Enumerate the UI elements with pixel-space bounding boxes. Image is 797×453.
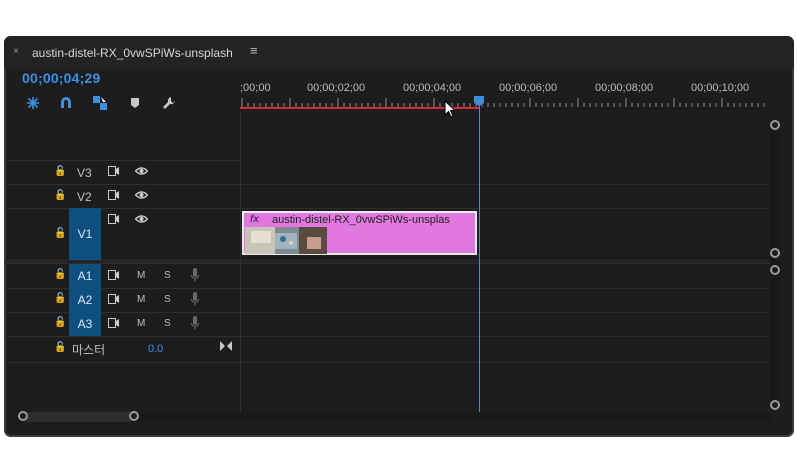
eye-icon[interactable] (134, 190, 149, 203)
mute-button[interactable]: M (137, 318, 145, 329)
sequence-tab-title[interactable]: austin-distel-RX_0vwSPiWs-unsplash (32, 46, 233, 60)
lock-icon[interactable]: 🔓 (54, 293, 66, 304)
linked-selection-icon[interactable] (91, 95, 109, 111)
track-header-a3[interactable]: 🔓 A3 M S (4, 312, 240, 337)
sync-lock-icon[interactable] (108, 190, 120, 203)
go-to-out-icon[interactable] (220, 341, 232, 354)
scroll-knob[interactable] (129, 411, 139, 421)
master-volume-value[interactable]: 0.0 (148, 343, 163, 355)
wrench-icon[interactable] (160, 95, 178, 111)
video-clip[interactable]: fx austin-distel-RX_0vwSPiWs-unsplas (242, 211, 477, 255)
track-label-v1[interactable]: V1 (69, 208, 101, 260)
eye-icon[interactable] (134, 214, 149, 227)
lock-icon[interactable]: 🔓 (54, 228, 66, 239)
lock-icon[interactable]: 🔓 (54, 269, 66, 280)
snap-magnet-icon[interactable] (57, 95, 75, 111)
nest-icon[interactable] (24, 95, 42, 111)
track-label-v3[interactable]: V3 (77, 166, 92, 180)
lock-icon[interactable]: 🔓 (54, 317, 66, 328)
track-label-a1[interactable]: A1 (69, 264, 101, 288)
lock-icon[interactable]: 🔓 (54, 342, 66, 353)
playhead-timecode[interactable]: 00;00;04;29 (22, 70, 100, 86)
track-headers: 🔓 V3 🔓 V2 🔓 V1 🔓 A1 M S 🔓 A2 M S 🔓 A3 M … (4, 112, 240, 412)
close-tab-button[interactable]: × (13, 46, 19, 57)
timeline-tracks[interactable]: fx austin-distel-RX_0vwSPiWs-unsplas (240, 112, 771, 412)
add-marker-icon[interactable] (126, 95, 144, 111)
mute-button[interactable]: M (137, 270, 145, 281)
scroll-knob[interactable] (18, 411, 28, 421)
scroll-knob[interactable] (770, 400, 780, 410)
track-header-v2[interactable]: 🔓 V2 (4, 184, 240, 209)
horizontal-scrollbar[interactable] (18, 411, 772, 422)
solo-button[interactable]: S (164, 270, 171, 281)
track-label-v2[interactable]: V2 (77, 190, 92, 204)
solo-button[interactable]: S (164, 294, 171, 305)
master-label: 마스터 (72, 343, 106, 357)
track-lane-v3[interactable] (241, 160, 771, 185)
track-lane-v2[interactable] (241, 184, 771, 209)
microphone-icon[interactable] (191, 268, 199, 285)
track-header-spacer (4, 112, 240, 161)
vertical-scrollbar[interactable] (770, 120, 780, 410)
time-ruler[interactable]: ;00;00 00;00;02;00 00;00;04;00 00;00;06;… (240, 68, 770, 112)
track-lane-master[interactable] (241, 336, 771, 363)
sync-lock-icon[interactable] (108, 270, 120, 283)
scroll-knob[interactable] (770, 120, 780, 130)
sync-lock-icon[interactable] (108, 318, 120, 331)
timeline-panel: × austin-distel-RX_0vwSPiWs-unsplash ≡ 0… (4, 36, 794, 437)
sync-lock-icon[interactable] (108, 166, 120, 179)
fx-badge: fx (250, 214, 259, 225)
track-header-a2[interactable]: 🔓 A2 M S (4, 288, 240, 313)
eye-icon[interactable] (134, 166, 149, 179)
track-label-a2[interactable]: A2 (69, 288, 101, 312)
solo-button[interactable]: S (164, 318, 171, 329)
scroll-knob[interactable] (770, 265, 780, 275)
microphone-icon[interactable] (191, 292, 199, 309)
panel-menu-icon[interactable]: ≡ (250, 43, 258, 58)
sync-lock-icon[interactable] (108, 214, 120, 227)
ruler-ticks (241, 98, 765, 107)
track-lane-a1[interactable] (241, 262, 771, 289)
track-header-a1[interactable]: 🔓 A1 M S (4, 262, 240, 289)
track-header-master[interactable]: 🔓 마스터 0.0 (4, 336, 240, 363)
track-lane-a2[interactable] (241, 288, 771, 313)
track-header-v3[interactable]: 🔓 V3 (4, 160, 240, 185)
horizontal-scroll-thumb[interactable] (22, 412, 134, 422)
microphone-icon[interactable] (191, 316, 199, 333)
clip-name: austin-distel-RX_0vwSPiWs-unsplas (272, 214, 450, 226)
mute-button[interactable]: M (137, 294, 145, 305)
clip-thumbnail (245, 227, 327, 254)
mouse-cursor-icon (444, 100, 456, 118)
track-lane-a3[interactable] (241, 312, 771, 337)
track-label-a3[interactable]: A3 (69, 312, 101, 336)
sync-lock-icon[interactable] (108, 294, 120, 307)
lock-icon[interactable]: 🔓 (54, 190, 66, 201)
scroll-knob[interactable] (770, 248, 780, 258)
panel-tab-bar: × austin-distel-RX_0vwSPiWs-unsplash ≡ (4, 36, 794, 68)
track-header-v1[interactable]: 🔓 V1 (4, 208, 240, 261)
lock-icon[interactable]: 🔓 (54, 166, 66, 177)
playhead-line[interactable] (479, 102, 480, 412)
